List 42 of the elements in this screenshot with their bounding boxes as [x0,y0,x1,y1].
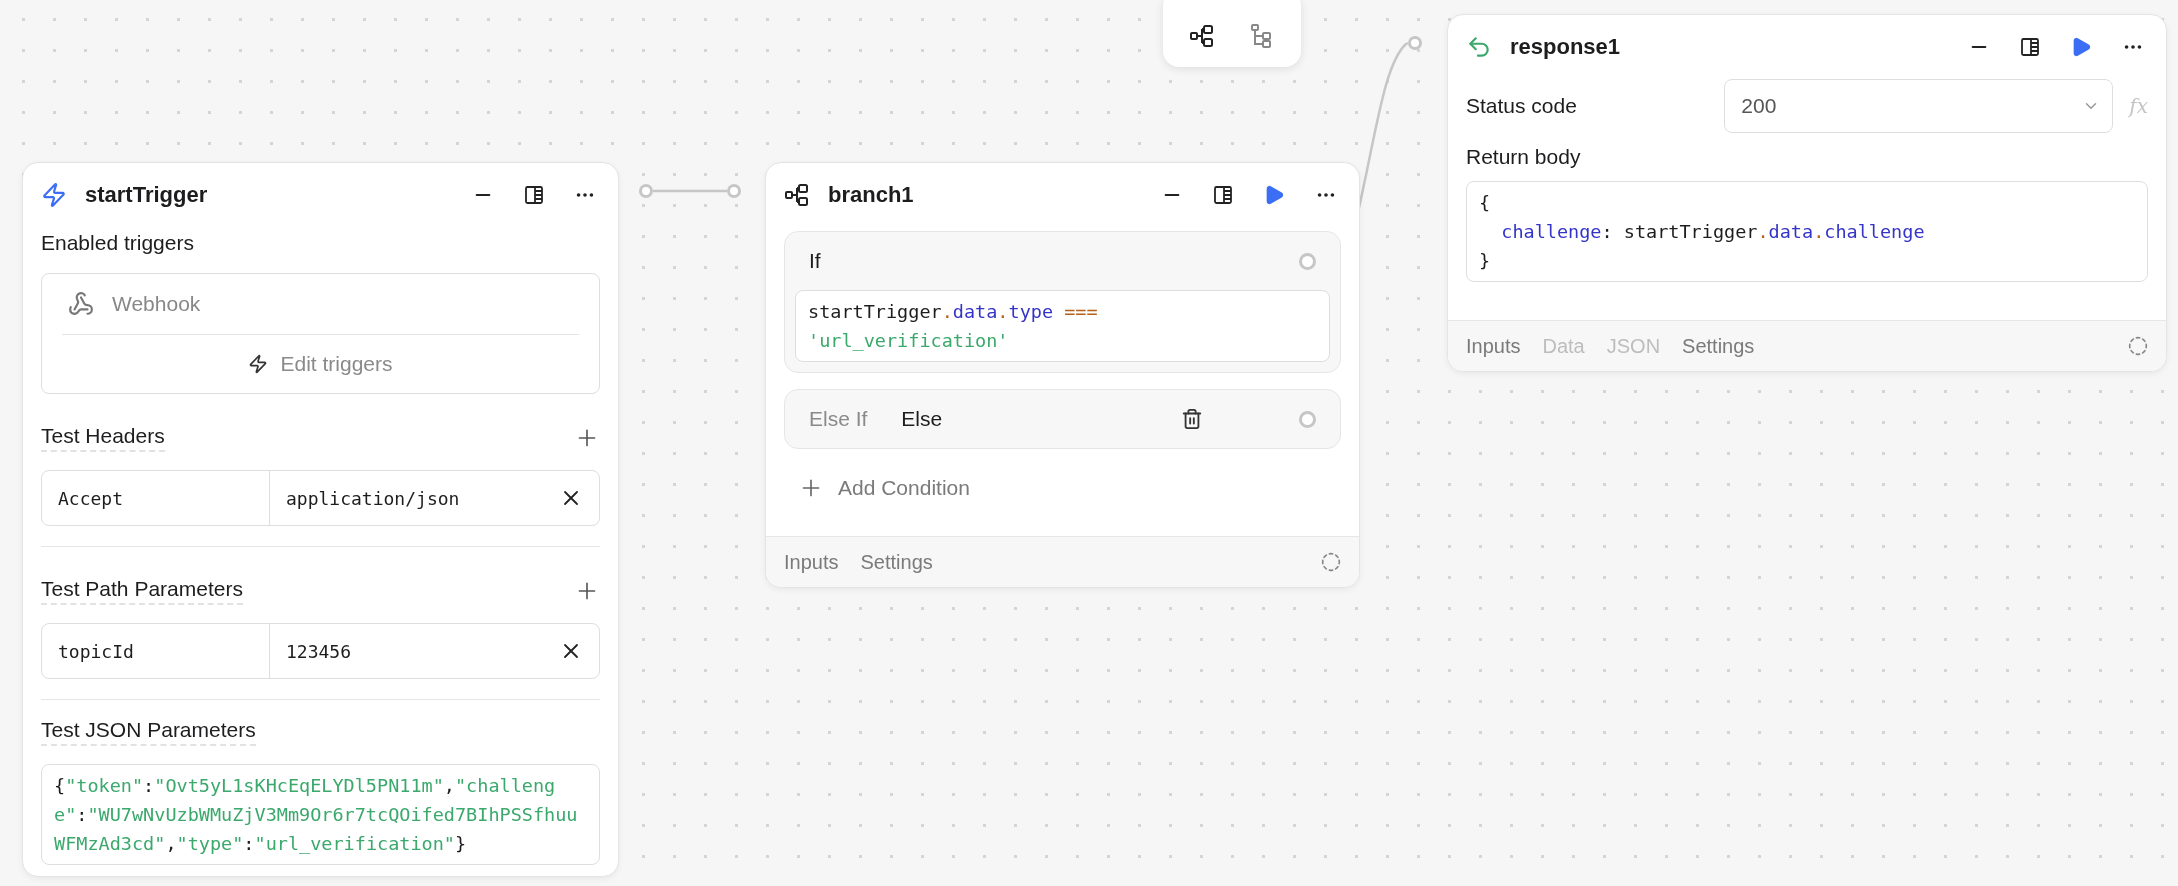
footer-tab[interactable]: Inputs [1466,334,1521,358]
section-label: Test Headers [41,424,165,452]
footer-tab[interactable]: Inputs [784,550,839,574]
section-label: Test Path Parameters [41,577,243,605]
lightning-icon [248,354,269,374]
section-label: Test JSON Parameters [41,718,256,746]
branch-icon [784,182,810,208]
condition-label: If [809,249,821,273]
condition-editor[interactable]: startTrigger.data.type === 'url_verification' [795,290,1330,362]
node-title: startTrigger [85,182,209,208]
footer-tab[interactable]: Settings [860,550,933,574]
field-label: Status code [1466,94,1577,118]
trigger-name: Webhook [112,292,201,316]
status-icon [2128,336,2148,356]
edit-triggers-button[interactable]: Edit triggers [42,335,599,393]
node-title: branch1 [828,182,915,208]
status-select[interactable]: 200 [1724,79,2114,133]
trigger-item[interactable]: Webhook [62,274,579,335]
param-value[interactable]: application/json [270,471,599,525]
trash-icon[interactable] [1181,408,1203,430]
lightning-icon [41,182,67,208]
condition-value: Else [901,407,943,431]
panel-icon[interactable] [1213,185,1233,205]
field-label: Return body [1466,145,1581,169]
param-value[interactable]: 123456 [270,624,599,678]
handle-icon[interactable] [1299,410,1316,428]
handle-icon[interactable] [1299,252,1316,270]
param-key[interactable]: topicId [42,624,270,678]
panel-icon[interactable] [524,185,544,205]
condition-label: Else If [809,407,868,431]
status-icon [1321,552,1341,572]
json-editor[interactable]: {"token":"Ovt5yL1sKHcEqELYDl5PN11m","challenge":"WU7wNvUzbWMuZjV3Mm9Or6r7tcQOifed7BIhPSSfhuuWFMzAd3cd","type":"url_verification"} [41,764,600,865]
section-label: Enabled triggers [41,231,194,255]
panel-icon[interactable] [2020,37,2040,57]
add-condition-button[interactable]: Add Condition [784,465,984,511]
param-key[interactable]: Accept [42,471,270,525]
footer-tab[interactable]: Settings [1682,334,1755,358]
node-title: response1 [1510,34,1622,60]
layout-button[interactable] [1189,23,1215,49]
webhook-icon [68,291,94,317]
body-editor[interactable]: { challenge: startTrigger.data.challenge } [1466,181,2148,282]
return-arrow-icon [1466,34,1492,60]
